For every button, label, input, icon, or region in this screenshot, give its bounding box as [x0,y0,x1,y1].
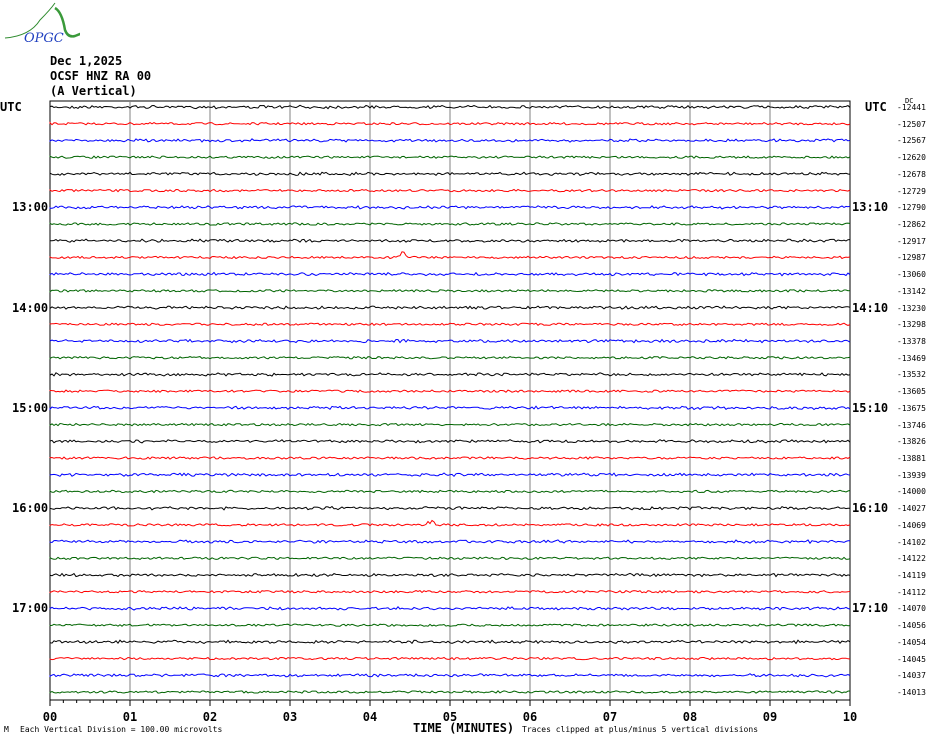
x-tick-label: 07 [602,710,618,724]
dc-offset-label: -12507 [897,119,926,129]
dc-offset-label: -14045 [897,654,926,664]
dc-offset-label: -12620 [897,153,926,163]
dc-offset-label: -12987 [897,253,926,263]
dc-offset-label: -13469 [897,353,926,363]
dc-offset-label: -14054 [897,637,926,647]
x-tick-label: 09 [762,710,778,724]
dc-offset-label: -13060 [897,270,926,280]
dc-offset-label: -14037 [897,671,926,681]
dc-offset-label: -13881 [897,454,926,463]
x-tick-label: 00 [42,710,58,724]
x-axis-title: TIME (MINUTES) [413,721,515,735]
x-tick-label: 10 [842,710,858,724]
right-time-label: 16:10 [852,501,889,516]
dc-offset-label: -14119 [897,571,926,580]
dc-offset-label: -12862 [897,220,926,229]
dc-offset-label: -12790 [897,203,926,213]
left-time-label: 14:00 [12,300,49,315]
dc-offset-label: -13378 [897,337,926,346]
dc-offset-label: -12729 [897,186,926,196]
dc-offset-label: -13142 [897,286,926,296]
clip-note: Traces clipped at plus/minus 5 vertical … [522,725,759,734]
dc-offset-label: -13532 [897,370,926,380]
dc-offset-label: -13746 [897,420,926,430]
left-time-label: 17:00 [12,601,49,616]
x-tick-label: 08 [682,710,698,724]
dc-offset-label: -13605 [897,387,926,397]
x-tick-label: 01 [122,710,138,724]
x-tick-label: 06 [522,710,538,724]
x-tick-label: 02 [202,710,218,724]
right-time-label: 15:10 [852,400,889,415]
dc-offset-label: -14070 [897,604,926,614]
dc-offset-label: -14056 [897,621,926,631]
scale-note: Each Vertical Division = 100.00 microvol… [20,725,223,734]
dc-offset-label: -14013 [897,688,926,697]
x-tick-label: 04 [362,710,378,724]
left-time-label: 16:00 [12,501,49,516]
dc-offset-label: -13298 [897,320,926,330]
dc-offset-label: -14069 [897,520,926,530]
dc-offset-label: -12441 [897,103,926,112]
dc-offset-label: -12917 [897,236,926,246]
dc-offset-label: -14027 [897,504,926,514]
dc-offset-label: -13230 [897,303,926,313]
dc-offset-label: -13939 [897,470,926,480]
dc-offset-label: -14122 [897,554,926,564]
dc-offset-label: -14102 [897,537,926,547]
right-time-label: 14:10 [852,300,889,315]
dc-offset-label: -13826 [897,437,926,447]
dc-offset-label: -13675 [897,403,926,413]
x-tick-label: 03 [282,710,298,724]
corner-mark: M [4,725,9,734]
dc-offset-label: -14112 [897,587,926,597]
right-time-label: 17:10 [852,601,889,616]
right-time-label: 13:10 [852,200,889,215]
dc-offset-label: -12567 [897,136,926,146]
left-time-label: 15:00 [12,400,49,415]
left-time-label: 13:00 [12,200,49,215]
dc-offset-label: -12678 [897,169,926,179]
seismogram-plot [49,100,851,706]
dc-offset-label: -14000 [897,487,926,497]
